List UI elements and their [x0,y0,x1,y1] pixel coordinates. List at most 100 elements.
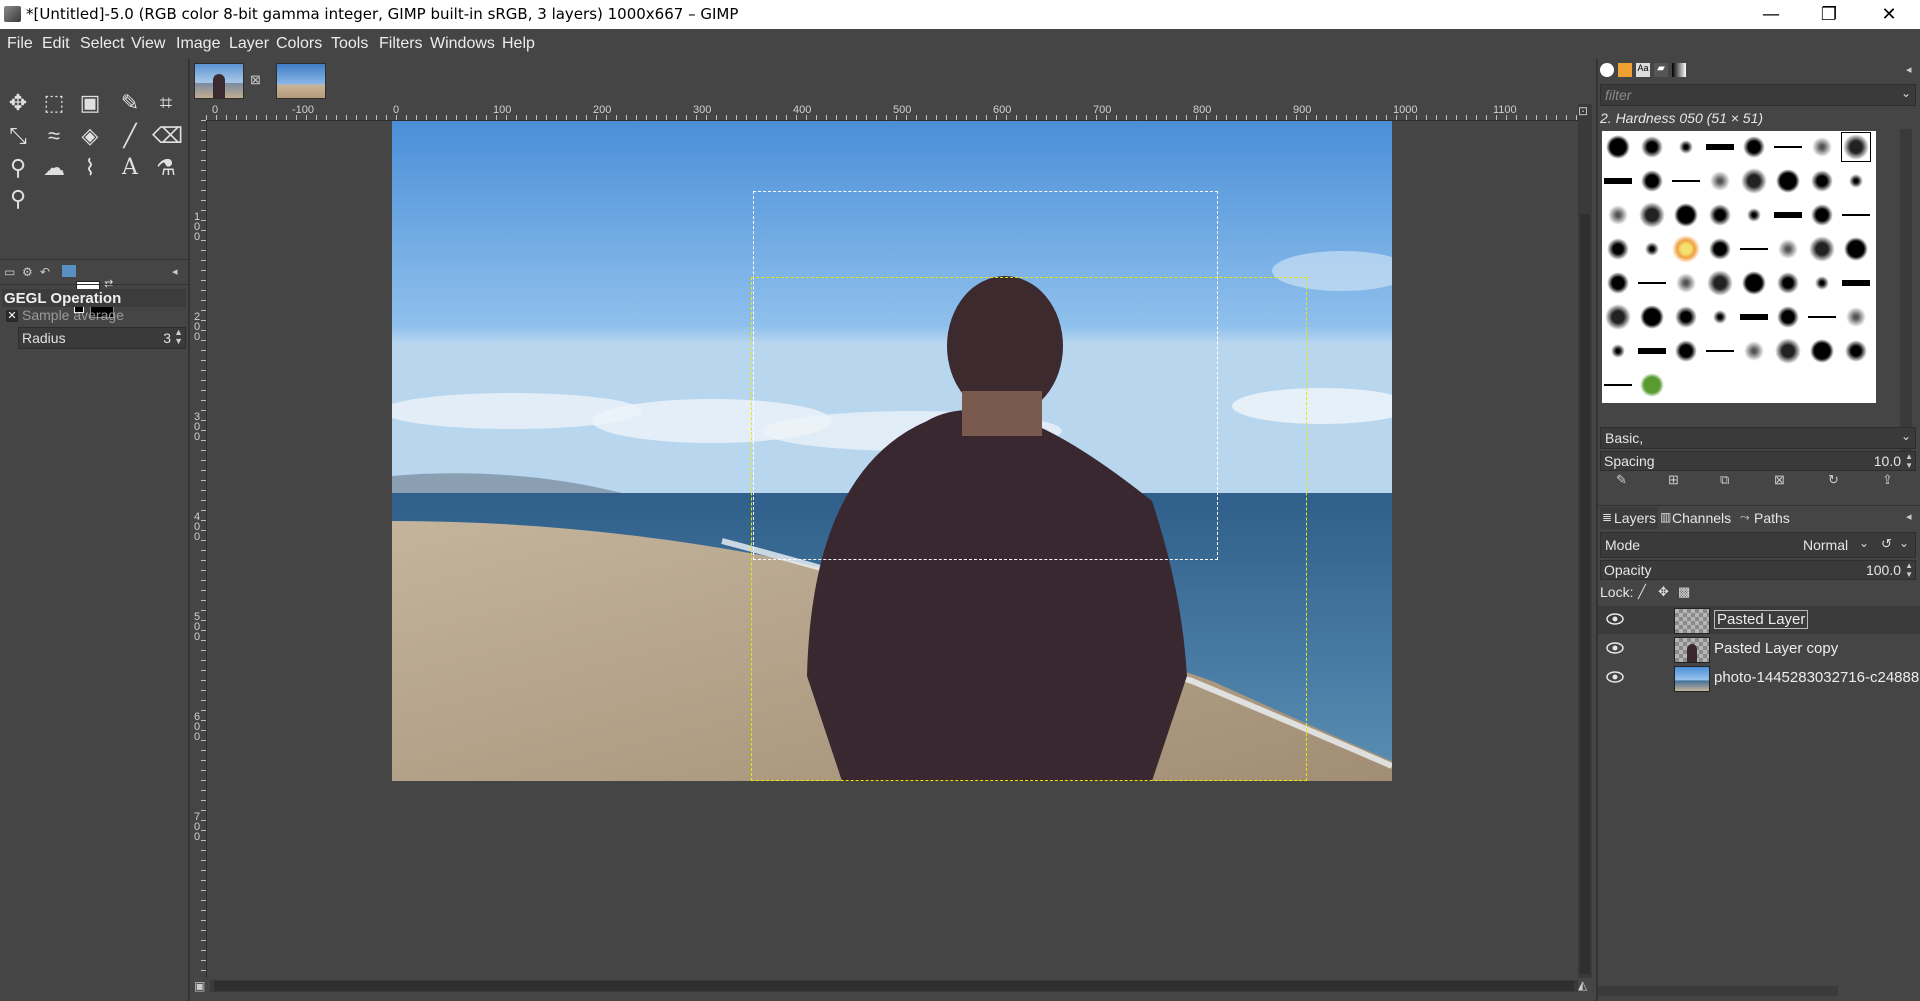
sample-average-checkbox[interactable]: ✕ [6,310,18,322]
brush-preview[interactable] [1774,201,1802,229]
tab-channels[interactable]: ▥ Channels [1658,507,1738,529]
spacing-slider[interactable]: Spacing 10.0 ▲ ▼ [1600,451,1916,471]
menu-tools[interactable]: Tools [331,35,368,53]
brush-preview[interactable] [1604,371,1632,399]
radius-spinbox[interactable]: Radius 3 ▲ ▼ [18,327,186,349]
horizontal-scrollbar[interactable] [210,980,1578,992]
close-image-tab-icon[interactable]: ⊠ [250,72,261,88]
layer-row[interactable]: Pasted Layer [1598,606,1920,634]
eye-icon[interactable] [1606,641,1624,655]
gradients-tab-icon[interactable] [1672,63,1686,77]
brush-preview[interactable] [1808,337,1836,365]
brush-preview[interactable] [1842,269,1870,297]
brush-preview[interactable] [1774,235,1802,263]
menu-edit[interactable]: Edit [42,35,70,53]
brush-preview[interactable] [1672,167,1700,195]
foreground-select-tool-icon[interactable]: ▣ [76,89,104,117]
chevron-down-icon[interactable]: ⌄ [1899,536,1909,550]
lock-alpha-icon[interactable]: ▩ [1678,584,1690,600]
device-status-tab-icon[interactable]: ⚙ [22,265,33,279]
vertical-scrollbar[interactable] [1578,104,1592,978]
brush-preview[interactable] [1672,303,1700,331]
brush-preview[interactable] [1672,133,1700,161]
brush-grid-scrollbar[interactable] [1900,129,1912,459]
close-button[interactable]: ✕ [1860,0,1918,29]
zoom-canvas-icon[interactable]: ⊡ [1578,104,1588,118]
spin-arrows-icon[interactable]: ▲ ▼ [174,328,183,346]
brush-preview[interactable] [1604,269,1632,297]
brush-preview[interactable] [1774,303,1802,331]
brush-preview[interactable] [1604,167,1632,195]
brush-preview[interactable] [1638,269,1666,297]
chevron-down-icon[interactable]: ⌄ [1859,536,1869,550]
menu-image[interactable]: Image [176,35,220,53]
brush-filter-input[interactable]: filter ⌄ [1600,84,1916,106]
chevron-down-icon[interactable]: ⌄ [1901,429,1911,443]
brush-preview[interactable] [1808,235,1836,263]
tab-layers[interactable]: ≣ Layers [1600,507,1658,529]
undo-history-tab-icon[interactable]: ↶ [40,265,50,279]
brush-grid-cells[interactable] [1602,131,1876,403]
brush-preview[interactable] [1638,371,1666,399]
eraser-tool-icon[interactable]: ⌫ [152,122,183,150]
horizontal-scroll-thumb[interactable] [214,981,1574,991]
layer-name[interactable]: Pasted Layer copy [1714,640,1838,657]
image-tab-2[interactable] [276,63,326,99]
brush-preview[interactable] [1808,167,1836,195]
brush-preview[interactable] [1774,167,1802,195]
brush-preview[interactable] [1740,235,1768,263]
bucket-fill-tool-icon[interactable]: ◈ [76,122,104,150]
image-tab-1[interactable] [194,63,244,99]
fonts-tab-icon[interactable]: Aa [1636,63,1650,77]
layer-mode-select[interactable]: Mode Normal ⌄ ↺ ⌄ [1600,532,1916,558]
brush-preview[interactable] [1774,269,1802,297]
brush-preview[interactable] [1604,303,1632,331]
switch-mode-icon[interactable]: ↺ [1881,536,1892,552]
eye-icon[interactable] [1606,612,1624,626]
brush-preview[interactable] [1842,303,1870,331]
document-history-tab-icon[interactable]: ▰ [1654,63,1668,77]
layer-row[interactable]: Pasted Layer copy [1598,635,1920,663]
brush-preview[interactable] [1842,235,1870,263]
brush-preview[interactable] [1638,337,1666,365]
menu-colors[interactable]: Colors [276,35,322,53]
brush-preview[interactable] [1706,337,1734,365]
brush-preview[interactable] [1638,303,1666,331]
color-picker-tool-icon[interactable]: ⚗ [152,154,180,182]
brush-preview[interactable] [1740,303,1768,331]
brush-preview[interactable] [1842,167,1870,195]
maximize-button[interactable]: ❐ [1800,0,1858,29]
delete-brush-icon[interactable]: ⊠ [1774,472,1785,488]
menu-file[interactable]: File [7,35,33,53]
configure-tab-icon[interactable]: ◂ [172,265,178,278]
brush-grid[interactable] [1600,129,1914,459]
opacity-slider[interactable]: Opacity 100.0 ▲ ▼ [1600,560,1916,580]
brushes-tab-icon[interactable] [1600,63,1614,77]
brush-preview[interactable] [1808,303,1836,331]
paths-tool-icon[interactable]: ⌇ [76,154,104,182]
crop-tool-icon[interactable]: ⌗ [152,89,180,117]
chevron-down-icon[interactable]: ⌄ [1901,86,1911,100]
brush-preview[interactable] [1604,235,1632,263]
menu-help[interactable]: Help [502,35,535,53]
text-tool-icon[interactable]: A [116,154,144,182]
brush-preview[interactable] [1740,133,1768,161]
vertical-scroll-thumb[interactable] [1580,214,1590,974]
brush-preview[interactable] [1672,235,1700,263]
open-brush-as-image-icon[interactable]: ⇪ [1882,472,1893,488]
menu-view[interactable]: View [131,35,165,53]
brush-preview[interactable] [1706,303,1734,331]
brush-preview[interactable] [1672,337,1700,365]
brush-preview[interactable] [1842,201,1870,229]
menu-select[interactable]: Select [80,35,124,53]
brush-preview[interactable] [1706,235,1734,263]
brush-preview[interactable] [1604,337,1632,365]
brush-preview[interactable] [1842,337,1870,365]
brush-preview[interactable] [1706,269,1734,297]
brush-preview[interactable] [1604,201,1632,229]
brush-preview[interactable] [1604,133,1632,161]
zoom-tool-icon[interactable]: ⚲ [4,185,32,213]
minimize-button[interactable]: — [1742,0,1800,29]
images-tab-icon[interactable] [62,265,76,277]
new-brush-icon[interactable]: ⊞ [1668,472,1679,488]
